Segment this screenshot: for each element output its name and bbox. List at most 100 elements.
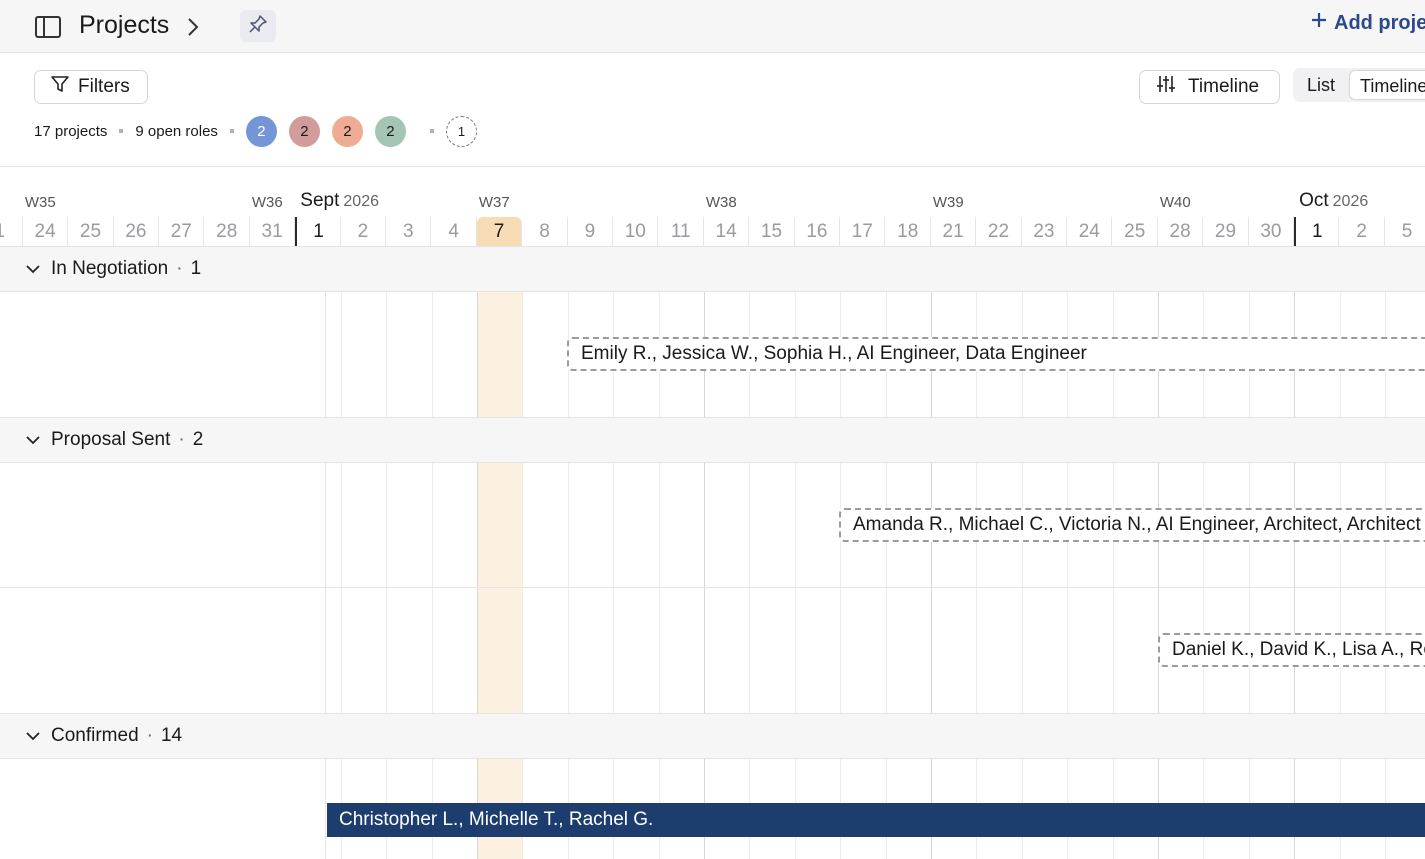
chevron-down-icon bbox=[24, 727, 42, 745]
group-count: 14 bbox=[160, 725, 183, 746]
project-bar-label: Christopher L., Michelle T., Rachel G. bbox=[339, 809, 654, 830]
sidebar-toggle-icon[interactable] bbox=[34, 14, 62, 40]
day-cell: 23 bbox=[1022, 217, 1068, 246]
project-bar[interactable]: Christopher L., Michelle T., Rachel G. bbox=[327, 803, 1425, 837]
day-cell: 9 bbox=[568, 217, 614, 246]
separator bbox=[119, 129, 124, 133]
add-project-label: Add project bbox=[1334, 11, 1425, 34]
day-cell: 15 bbox=[749, 217, 795, 246]
group-label: Confirmed bbox=[51, 725, 139, 746]
day-cell: 11 bbox=[659, 217, 704, 246]
day-cell: 1 bbox=[295, 217, 341, 246]
separator bbox=[229, 129, 234, 133]
group-header[interactable]: In Negotiation · 1 bbox=[0, 246, 1425, 292]
day-cell: 16 bbox=[795, 217, 841, 246]
project-bar-label: Amanda R., Michael C., Victoria N., AI E… bbox=[853, 514, 1421, 535]
project-cell bbox=[0, 292, 326, 417]
project-bar-label: Emily R., Jessica W., Sophia H., AI Engi… bbox=[581, 343, 1087, 364]
month-year: 2026 bbox=[343, 193, 379, 210]
view-option-list[interactable]: List bbox=[1293, 70, 1349, 100]
pin-icon bbox=[248, 14, 268, 39]
day-cell: 17 bbox=[840, 217, 886, 246]
day-cell: 1 bbox=[0, 217, 23, 246]
role-count-badge[interactable]: 2 bbox=[374, 115, 406, 147]
top-bar: Projects Add project bbox=[0, 0, 1425, 53]
grid-line bbox=[386, 246, 388, 859]
unassigned-count-badge[interactable]: 1 bbox=[445, 115, 477, 147]
day-cell: 31 bbox=[250, 217, 296, 246]
filters-label: Filters bbox=[78, 76, 130, 97]
month-label: Oct 2026 bbox=[1299, 190, 1368, 212]
week-label: W36 bbox=[251, 194, 283, 211]
day-cell: 5 bbox=[1385, 217, 1425, 246]
week-label: W38 bbox=[705, 194, 737, 211]
week-label: W35 bbox=[24, 194, 56, 211]
day-cell: 24 bbox=[1067, 217, 1113, 246]
page-title: Projects bbox=[79, 11, 170, 39]
chevron-down-icon bbox=[24, 260, 42, 278]
week-label: W37 bbox=[478, 194, 510, 211]
day-cell: 22 bbox=[976, 217, 1022, 246]
timeline-settings-button[interactable]: Timeline bbox=[1139, 70, 1280, 104]
project-bar-label: Daniel K., David K., Lisa A., Robert bbox=[1172, 639, 1425, 660]
separator: · bbox=[146, 725, 153, 746]
add-project-button[interactable]: Add project bbox=[1310, 11, 1425, 35]
chevron-right-icon[interactable] bbox=[184, 16, 202, 38]
group-header[interactable]: Confirmed · 14 bbox=[0, 713, 1425, 759]
plus-icon bbox=[1310, 11, 1328, 35]
month-name: Sept bbox=[300, 190, 340, 211]
filter-icon bbox=[50, 74, 70, 100]
divider bbox=[0, 166, 1425, 167]
project-cell bbox=[0, 759, 326, 859]
today-column bbox=[476, 246, 523, 859]
day-cell: 21 bbox=[931, 217, 977, 246]
group-label: Proposal Sent bbox=[51, 429, 171, 450]
month-name: Oct bbox=[1299, 190, 1329, 211]
week-label: W40 bbox=[1159, 194, 1191, 211]
separator: · bbox=[176, 258, 183, 279]
day-cell: 24 bbox=[23, 217, 69, 246]
day-cell: 2 bbox=[1340, 217, 1385, 246]
day-cell: 1 bbox=[1294, 217, 1340, 246]
project-bar[interactable]: Amanda R., Michael C., Victoria N., AI E… bbox=[839, 508, 1425, 542]
day-cell: 27 bbox=[159, 217, 205, 246]
role-count-badge[interactable]: 2 bbox=[245, 115, 277, 147]
role-count-badge[interactable]: 2 bbox=[331, 115, 363, 147]
day-cell: 25 bbox=[68, 217, 114, 246]
view-option-timeline[interactable]: Timeline bbox=[1349, 70, 1425, 100]
day-cell: 2 bbox=[341, 217, 387, 246]
group-label: In Negotiation bbox=[51, 258, 169, 279]
day-cell: 14 bbox=[704, 217, 750, 246]
projects-count: 17 projects bbox=[34, 122, 108, 140]
project-bar[interactable]: Daniel K., David K., Lisa A., Robert bbox=[1158, 633, 1425, 667]
group-header[interactable]: Proposal Sent · 2 bbox=[0, 417, 1425, 463]
timeline-button-label: Timeline bbox=[1188, 76, 1260, 97]
separator bbox=[429, 129, 434, 133]
view-toggle: List Timeline bbox=[1293, 68, 1425, 102]
day-cell: 28 bbox=[1158, 217, 1204, 246]
separator: · bbox=[178, 429, 185, 450]
group-count: 1 bbox=[190, 258, 202, 279]
grid-line bbox=[522, 246, 524, 859]
project-bar[interactable]: Emily R., Jessica W., Sophia H., AI Engi… bbox=[567, 337, 1425, 371]
grid-line bbox=[476, 246, 478, 859]
day-cell: 29 bbox=[1203, 217, 1249, 246]
day-cell: 4 bbox=[432, 217, 477, 246]
open-roles-count: 9 open roles bbox=[135, 122, 218, 140]
summary-bar: 17 projects 9 open roles 2222 1 bbox=[34, 114, 477, 148]
day-cell-today: 7 bbox=[476, 217, 523, 246]
month-label: Sept 2026 bbox=[300, 190, 379, 212]
month-year: 2026 bbox=[1332, 193, 1369, 210]
week-label: W39 bbox=[932, 194, 964, 211]
chevron-down-icon bbox=[24, 431, 42, 449]
day-cell: 10 bbox=[613, 217, 659, 246]
pin-button[interactable] bbox=[240, 10, 276, 42]
day-cell: 3 bbox=[386, 217, 432, 246]
grid-line bbox=[431, 246, 433, 859]
role-count-badge[interactable]: 2 bbox=[288, 115, 320, 147]
filters-button[interactable]: Filters bbox=[34, 70, 148, 104]
sliders-icon bbox=[1156, 74, 1176, 100]
day-cell: 8 bbox=[522, 217, 568, 246]
grid-line bbox=[340, 246, 342, 859]
group-count: 2 bbox=[192, 429, 204, 450]
